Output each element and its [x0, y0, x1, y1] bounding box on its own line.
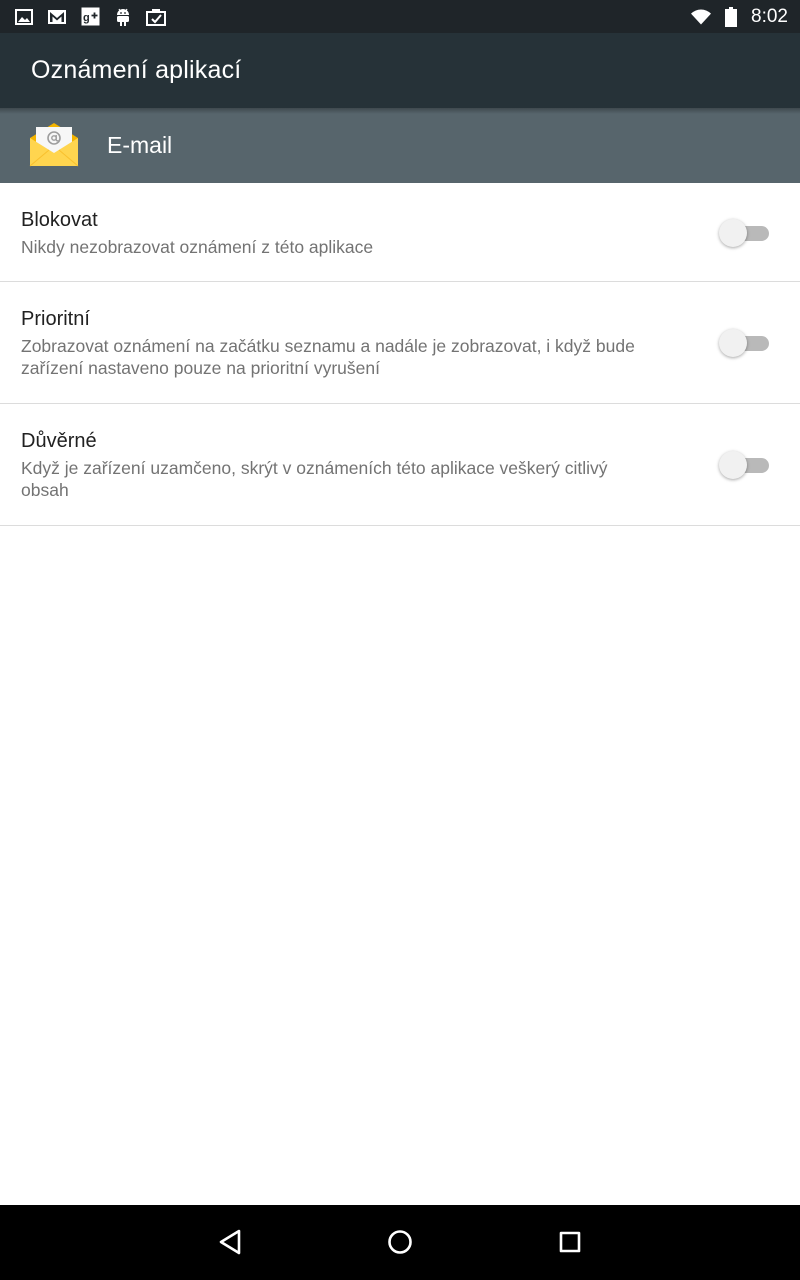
- android-icon: [113, 7, 133, 27]
- clipboard-check-icon: [146, 7, 166, 27]
- clock: 8:02: [751, 5, 788, 27]
- priority-toggle[interactable]: [719, 328, 769, 358]
- sensitive-toggle[interactable]: [719, 450, 769, 480]
- block-toggle[interactable]: [719, 218, 769, 248]
- app-header: E-mail: [0, 108, 800, 183]
- settings-list: Blokovat Nikdy nezobrazovat oznámení z t…: [0, 183, 800, 526]
- system-status: 8:02: [691, 6, 788, 28]
- setting-block[interactable]: Blokovat Nikdy nezobrazovat oznámení z t…: [0, 183, 800, 282]
- toggle-thumb: [719, 219, 747, 247]
- setting-title: Prioritní: [21, 308, 90, 330]
- image-icon: [14, 7, 34, 27]
- status-bar: g 8:02: [0, 0, 800, 33]
- app-bar: Oznámení aplikací: [0, 33, 800, 108]
- toggle-thumb: [719, 329, 747, 357]
- notification-icons: g: [14, 7, 166, 27]
- battery-icon: [721, 6, 741, 27]
- setting-priority[interactable]: Prioritní Zobrazovat oznámení na začátku…: [0, 282, 800, 404]
- recents-icon[interactable]: [550, 1222, 590, 1262]
- google-plus-icon: g: [80, 7, 100, 27]
- email-app-icon: [27, 120, 81, 170]
- setting-description: Zobrazovat oznámení na začátku seznamu a…: [21, 336, 635, 378]
- page-title: Oznámení aplikací: [31, 56, 242, 84]
- home-icon[interactable]: [380, 1222, 420, 1262]
- setting-description: Když je zařízení uzamčeno, skrýt v oznám…: [21, 458, 608, 500]
- back-icon[interactable]: [210, 1222, 250, 1262]
- setting-sensitive[interactable]: Důvěrné Když je zařízení uzamčeno, skrýt…: [0, 404, 800, 526]
- setting-description: Nikdy nezobrazovat oznámení z této aplik…: [21, 237, 374, 257]
- screen: g 8:02 Oznámení aplikací E-mail Blokovat…: [0, 0, 800, 1280]
- setting-title: Důvěrné: [21, 430, 97, 452]
- wifi-icon: [691, 7, 712, 27]
- app-name: E-mail: [107, 132, 173, 158]
- setting-title: Blokovat: [21, 209, 98, 231]
- gmail-icon: [47, 7, 67, 27]
- svg-text:g: g: [83, 12, 90, 24]
- toggle-thumb: [719, 451, 747, 479]
- navigation-bar: [0, 1205, 800, 1280]
